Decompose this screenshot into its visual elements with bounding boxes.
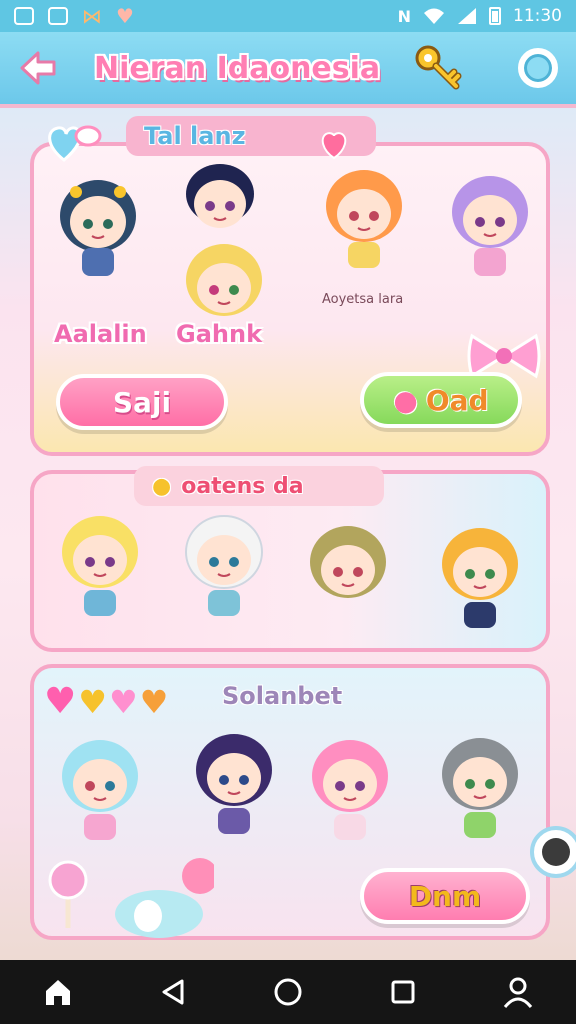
character-portrait-8[interactable] <box>298 512 398 632</box>
home-button[interactable] <box>36 970 80 1014</box>
key-button[interactable] <box>412 42 464 94</box>
character-portrait-9[interactable] <box>430 514 530 634</box>
character-portrait-1[interactable] <box>48 166 148 286</box>
oad-button-label: Oad <box>425 383 489 417</box>
nav-home-button[interactable] <box>266 970 310 1014</box>
dino-plush-icon <box>115 858 214 938</box>
character-name-2: Gahnk <box>176 320 263 348</box>
avatar-badge[interactable] <box>530 826 576 878</box>
character-name-1: Aalalin <box>54 320 147 348</box>
character-portrait-11[interactable] <box>184 720 284 840</box>
back-triangle-icon <box>162 979 184 1005</box>
dnm-button[interactable]: Dnm <box>360 868 530 924</box>
character-panel-2: ● oatens da <box>30 466 550 652</box>
character-caption: Aoyetsa lara <box>322 292 404 307</box>
app-header: Nieran Idaonesia <box>0 32 576 108</box>
image-icon <box>14 7 34 25</box>
clock: 11:30 <box>513 6 562 26</box>
avatar-face-icon <box>542 838 570 866</box>
settings-button[interactable] <box>518 48 558 88</box>
home-icon <box>45 980 70 1005</box>
lollipop-icon <box>48 860 88 928</box>
heart-sticker-icon <box>48 125 102 162</box>
panel-tab-label-2[interactable]: ● oatens da <box>134 466 384 506</box>
character-portrait-6[interactable] <box>50 502 150 622</box>
circle-home-icon <box>274 978 302 1006</box>
nav-recents-button[interactable] <box>381 970 425 1014</box>
recents-square-icon <box>391 980 415 1004</box>
panel-tab-label-3[interactable]: Solanbet <box>204 676 404 716</box>
orange-heart-icon: ♥ <box>78 683 107 721</box>
profile-icon <box>504 977 533 1008</box>
saji-button[interactable]: Saji <box>56 374 228 430</box>
signal-icon <box>458 8 476 24</box>
wifi-icon <box>424 8 444 24</box>
pink-heart-icon: ♥ <box>44 681 77 722</box>
orange-heart-icon: ♥ <box>139 683 169 721</box>
character-panel-3: ♥ ♥ ♥ ♥ Solanbet Dnm <box>30 664 550 940</box>
character-portrait-12[interactable] <box>300 726 400 846</box>
battery-icon <box>489 7 501 25</box>
heart-icon: ♥ <box>116 4 134 28</box>
character-portrait-7[interactable] <box>174 502 274 622</box>
character-panel-1: Tal lanz Aalalin Gahnk Aoyetsa lara Saji… <box>30 116 550 456</box>
pink-heart-icon: ♥ <box>108 683 138 721</box>
system-navigation-bar <box>0 960 576 1024</box>
nav-profile-button[interactable] <box>496 970 540 1014</box>
character-portrait-10[interactable] <box>50 726 150 846</box>
character-portrait-4[interactable] <box>314 160 414 280</box>
chat-icon <box>48 7 68 25</box>
nav-back-button[interactable] <box>151 970 195 1014</box>
strawberry-icon <box>321 132 347 160</box>
status-bar: ⋈ ♥ N 11:30 <box>0 0 576 32</box>
hearts-row: ♥ ♥ ♥ ♥ <box>44 681 169 722</box>
nfc-icon: N <box>397 6 411 26</box>
heart-coin-icon: ● <box>152 473 172 499</box>
back-button[interactable] <box>10 40 66 96</box>
page-title: Nieran Idaonesia <box>94 50 381 86</box>
character-portrait-13[interactable] <box>430 724 530 844</box>
arrow-left-icon <box>20 51 56 85</box>
candy-icon: ● <box>393 383 418 417</box>
character-portrait-5[interactable] <box>440 166 540 286</box>
bow-icon: ⋈ <box>82 4 102 28</box>
key-icon <box>415 45 462 90</box>
panel-tab-text-2: oatens da <box>181 473 304 499</box>
oad-button[interactable]: ● Oad <box>360 372 522 428</box>
